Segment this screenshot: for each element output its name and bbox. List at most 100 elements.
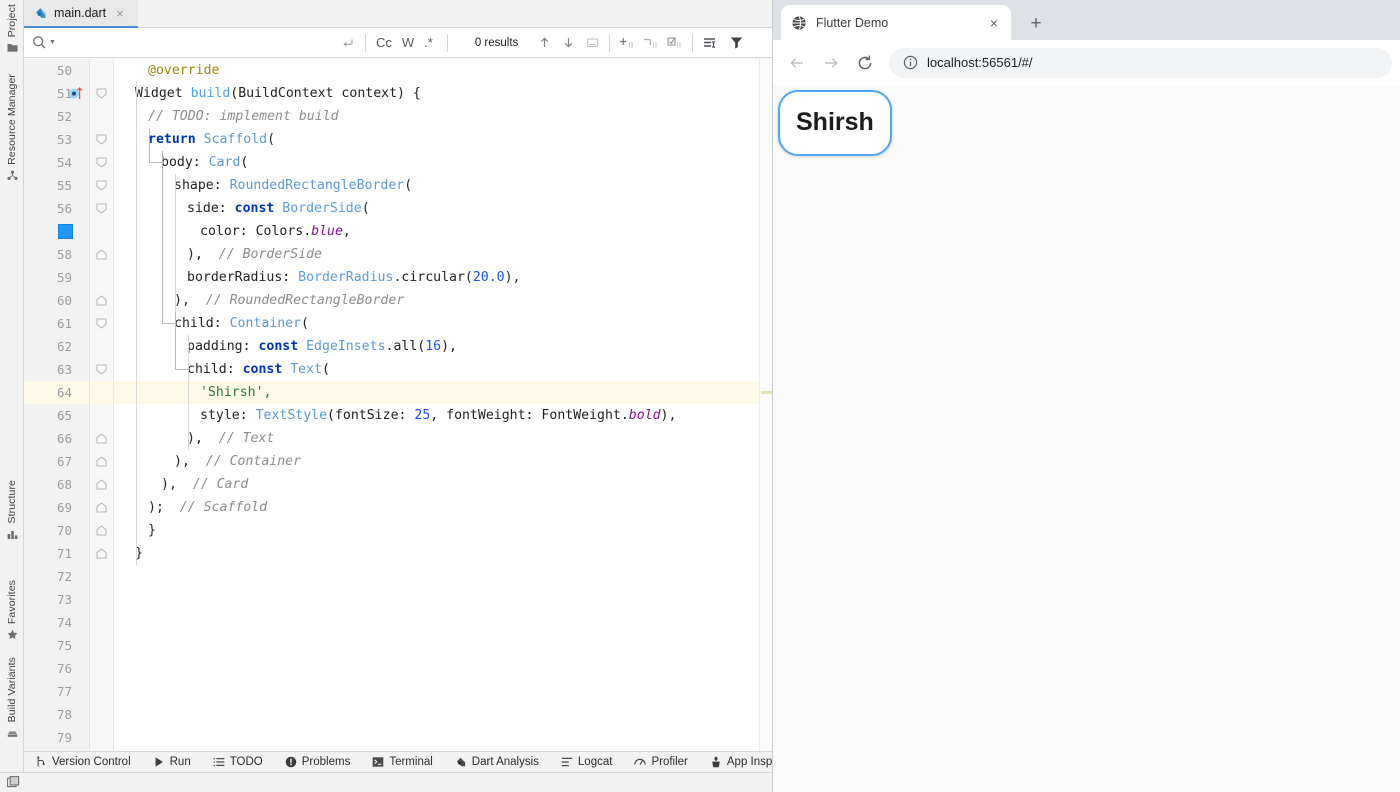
- bottom-tool-run[interactable]: Run: [142, 752, 202, 772]
- code-area[interactable]: @override Widget build(BuildContext conte…: [114, 59, 772, 751]
- code-token: ),: [174, 293, 206, 308]
- code-line[interactable]: padding: const EdgeInsets.all(16),: [187, 335, 457, 358]
- fold-marker-icon[interactable]: [96, 433, 107, 444]
- arrow-left-icon[interactable]: [781, 47, 813, 79]
- code-line[interactable]: child: const Text(: [187, 358, 330, 381]
- browser-tab-flutter-demo[interactable]: Flutter Demo ×: [781, 5, 1011, 40]
- fold-marker-icon[interactable]: [96, 295, 107, 306]
- fold-marker-icon[interactable]: [96, 203, 107, 214]
- reload-icon[interactable]: [849, 47, 881, 79]
- remove-occurrence-icon[interactable]: II: [639, 28, 663, 58]
- code-line[interactable]: shape: RoundedRectangleBorder(: [174, 174, 412, 197]
- bottom-tool-todo[interactable]: TODO: [202, 752, 274, 772]
- fold-marker-icon[interactable]: [96, 364, 107, 375]
- override-marker-icon[interactable]: [68, 85, 85, 102]
- sidebar-item-project[interactable]: Project: [0, 2, 24, 53]
- code-structure-branch: [175, 312, 189, 370]
- search-field[interactable]: ▼: [24, 28, 360, 58]
- fold-marker-icon[interactable]: [96, 479, 107, 490]
- code-line[interactable]: ), // Card: [161, 473, 248, 496]
- code-line[interactable]: ), // BorderSide: [187, 243, 322, 266]
- code-line[interactable]: side: const BorderSide(: [187, 197, 370, 220]
- code-token: (: [267, 132, 276, 147]
- add-occurrence-icon[interactable]: II: [615, 28, 639, 58]
- multiline-toggle-icon[interactable]: [336, 28, 360, 58]
- bottom-tool-version-control[interactable]: Version Control: [24, 752, 142, 772]
- code-line[interactable]: }: [148, 519, 156, 542]
- code-token: blue: [311, 224, 343, 239]
- fold-marker-icon[interactable]: [96, 249, 107, 260]
- line-number: 59: [56, 270, 72, 285]
- code-line[interactable]: ); // Scaffold: [148, 496, 267, 519]
- code-line[interactable]: Widget build(BuildContext context) {: [135, 82, 421, 105]
- fold-marker-icon[interactable]: [96, 525, 107, 536]
- code-editor[interactable]: 5051525354555657585960616263646566676869…: [24, 59, 772, 751]
- new-tab-button[interactable]: +: [1023, 11, 1049, 37]
- close-icon[interactable]: ×: [116, 7, 124, 20]
- editor-scrollbar[interactable]: [759, 59, 772, 751]
- code-token: 16: [425, 339, 442, 354]
- editor-tab-main-dart[interactable]: main.dart ×: [24, 0, 138, 28]
- fold-marker-icon[interactable]: [96, 548, 107, 559]
- browser-viewport: Shirsh: [773, 85, 1400, 792]
- code-token: ),: [504, 270, 521, 285]
- info-circle-icon[interactable]: [903, 55, 918, 70]
- dart-file-icon: [34, 6, 48, 20]
- fold-marker-icon[interactable]: [96, 134, 107, 145]
- fold-marker-icon[interactable]: [96, 180, 107, 191]
- sidebar-item-structure[interactable]: Structure: [0, 478, 24, 540]
- match-case-toggle[interactable]: Cc: [371, 35, 397, 50]
- code-line[interactable]: return Scaffold(: [148, 128, 275, 151]
- code-line[interactable]: 'Shirsh',: [200, 381, 271, 404]
- fold-marker-icon[interactable]: [96, 157, 107, 168]
- code-line[interactable]: child: Container(: [174, 312, 309, 335]
- line-number: 54: [56, 155, 72, 170]
- code-line[interactable]: color: Colors.blue,: [200, 220, 351, 243]
- bottom-tool-profiler[interactable]: Profiler: [623, 752, 698, 772]
- sidebar-item-resource-manager[interactable]: Resource Manager: [0, 72, 24, 181]
- code-line[interactable]: borderRadius: BorderRadius.circular(20.0…: [187, 266, 521, 289]
- code-line[interactable]: ), // Text: [187, 427, 274, 450]
- code-line[interactable]: ), // Container: [174, 450, 301, 473]
- color-swatch-icon[interactable]: [58, 224, 73, 239]
- fold-marker-icon[interactable]: [96, 502, 107, 513]
- regex-toggle[interactable]: .*: [419, 35, 438, 50]
- code-line[interactable]: style: TextStyle(fontSize: 25, fontWeigh…: [200, 404, 676, 427]
- bottom-tool-label: Version Control: [52, 756, 131, 768]
- arrow-right-icon[interactable]: [815, 47, 847, 79]
- divider: [365, 33, 366, 52]
- code-line[interactable]: // TODO: implement build: [148, 105, 339, 128]
- bottom-tool-dart-analysis[interactable]: Dart Analysis: [444, 752, 550, 772]
- chevron-down-icon[interactable]: ▼: [49, 39, 56, 46]
- code-token: ),: [441, 339, 457, 354]
- address-bar[interactable]: localhost:56561/#/: [889, 47, 1392, 78]
- select-all-icon[interactable]: [580, 28, 604, 58]
- code-token: TextStyle: [255, 408, 328, 423]
- bottom-tool-logcat[interactable]: Logcat: [550, 752, 624, 772]
- sidebar-item-favorites[interactable]: Favorites: [0, 578, 24, 640]
- sidebar-item-build-variants[interactable]: Build Variants: [0, 655, 24, 738]
- code-token: (: [404, 178, 413, 193]
- fold-marker-icon[interactable]: [96, 456, 107, 467]
- filter-lines-icon[interactable]: [698, 28, 722, 58]
- bottom-tool-problems[interactable]: Problems: [274, 752, 362, 772]
- line-number: 55: [56, 178, 72, 193]
- fold-gutter[interactable]: [90, 59, 114, 751]
- fold-marker-icon[interactable]: [96, 88, 107, 99]
- code-token: // RoundedRectangleBorder: [205, 293, 405, 308]
- search-input[interactable]: [59, 32, 332, 53]
- editor-gutter[interactable]: 5051525354555657585960616263646566676869…: [24, 59, 90, 751]
- bottom-tool-terminal[interactable]: Terminal: [361, 752, 443, 772]
- arrow-down-icon[interactable]: [556, 28, 580, 58]
- layout-toggle-icon[interactable]: [7, 776, 20, 789]
- close-icon[interactable]: ×: [987, 16, 1001, 30]
- fold-marker-icon[interactable]: [96, 318, 107, 329]
- whole-words-toggle[interactable]: W: [397, 35, 419, 50]
- code-line[interactable]: ), // RoundedRectangleBorder: [174, 289, 404, 312]
- bottom-tool-app-inspection[interactable]: App Inspection: [699, 752, 772, 772]
- code-line[interactable]: @override: [148, 59, 219, 82]
- code-token: (fontSize:: [327, 408, 415, 423]
- arrow-up-icon[interactable]: [532, 28, 556, 58]
- select-occurrence-icon[interactable]: II: [663, 28, 687, 58]
- funnel-icon[interactable]: [722, 28, 750, 58]
